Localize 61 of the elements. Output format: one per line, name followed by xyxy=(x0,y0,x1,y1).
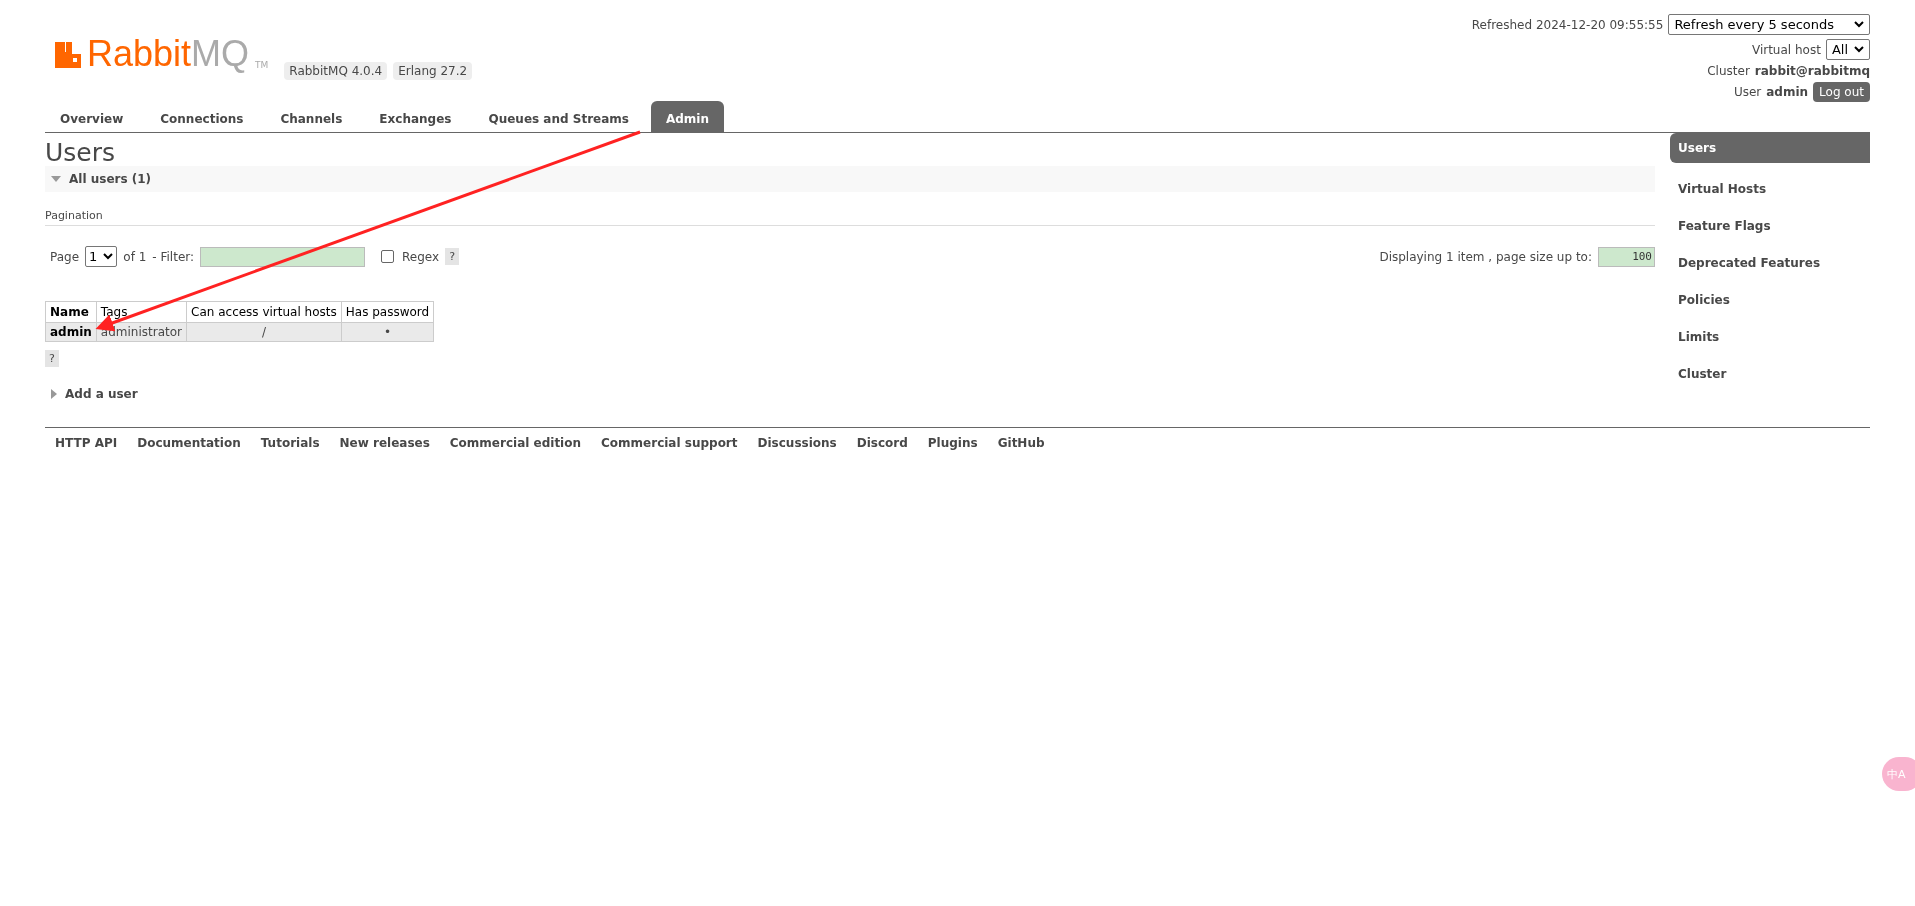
displaying-text: Displaying 1 item , page size up to: xyxy=(1379,249,1592,264)
footer-link[interactable]: Tutorials xyxy=(250,436,330,450)
section-title: Add a user xyxy=(65,387,138,401)
cluster-name: rabbit@rabbitmq xyxy=(1754,64,1870,78)
cluster-label: Cluster xyxy=(1707,64,1750,78)
nav-tab[interactable]: Exchanges xyxy=(364,106,467,132)
refreshed-text: Refreshed 2024-12-20 09:55:55 xyxy=(1471,17,1664,32)
sidebar-item[interactable]: Policies xyxy=(1670,281,1870,318)
page-count-text: of 1 xyxy=(123,249,147,264)
filter-label: - Filter: xyxy=(152,249,195,264)
footer-link[interactable]: New releases xyxy=(329,436,440,450)
nav-tab[interactable]: Overview xyxy=(45,106,139,132)
sidebar-item[interactable]: Limits xyxy=(1670,318,1870,355)
chevron-icon xyxy=(1854,46,1864,53)
version-badge: Erlang 27.2 xyxy=(393,62,473,80)
trademark-text: TM xyxy=(255,60,269,70)
rabbit-logo-icon xyxy=(55,42,81,68)
section-header[interactable]: Add a user xyxy=(45,381,1655,407)
section-header[interactable]: All users (1) xyxy=(45,166,1655,192)
regex-label: Regex xyxy=(402,249,440,264)
column-header: Can access virtual hosts xyxy=(186,301,342,323)
version-badge: RabbitMQ 4.0.4 xyxy=(284,62,388,80)
column-header: Tags xyxy=(96,301,187,323)
help-button[interactable]: ? xyxy=(45,350,59,367)
footer-link[interactable]: Plugins xyxy=(917,436,988,450)
sidebar-item[interactable]: Cluster xyxy=(1670,355,1870,392)
page-label: Page xyxy=(50,249,80,264)
column-header: Has password xyxy=(341,301,434,323)
regex-checkbox[interactable] xyxy=(381,250,395,263)
page-size-input[interactable]: 100 xyxy=(1598,246,1655,267)
sidebar-item[interactable]: Users xyxy=(1670,133,1870,163)
pagination-heading: Pagination xyxy=(45,209,1655,226)
help-button[interactable]: ? xyxy=(445,248,459,265)
nav-tab[interactable]: Connections xyxy=(145,106,259,132)
sidebar-item[interactable]: Feature Flags xyxy=(1670,207,1870,244)
footer-link[interactable]: GitHub xyxy=(987,436,1055,450)
footer-link[interactable]: HTTP API xyxy=(45,436,128,450)
page-title: Users xyxy=(45,139,116,166)
page-select[interactable]: 1 xyxy=(85,246,118,267)
logo-text: RabbitMQ xyxy=(87,36,250,72)
virtual-host-label: Virtual host xyxy=(1751,42,1821,57)
nav-tab[interactable]: Queues and Streams xyxy=(473,106,644,132)
user-name: admin xyxy=(1766,85,1809,99)
chevron-icon xyxy=(103,253,114,260)
nav-tab[interactable]: Channels xyxy=(265,106,358,132)
section-title: All users (1) xyxy=(69,172,152,186)
user-label: User xyxy=(1733,85,1762,99)
virtual-host-select[interactable]: All xyxy=(1825,39,1870,60)
nav-tab[interactable]: Admin xyxy=(650,101,724,132)
sidebar-item[interactable]: Deprecated Features xyxy=(1670,244,1870,281)
filter-input[interactable] xyxy=(200,246,366,267)
footer-link[interactable]: Documentation xyxy=(127,436,251,450)
logout-button[interactable]: Log out xyxy=(1813,82,1870,102)
refresh-select[interactable]: Refresh every 5 seconds xyxy=(1668,14,1870,35)
sidebar-item[interactable]: Virtual Hosts xyxy=(1670,170,1870,207)
column-header: Name xyxy=(45,301,97,323)
footer-link[interactable]: Commercial edition xyxy=(439,436,592,450)
footer-link[interactable]: Commercial support xyxy=(591,436,748,450)
chevron-icon xyxy=(1854,21,1864,28)
footer-link[interactable]: Discussions xyxy=(747,436,847,450)
footer-link[interactable]: Discord xyxy=(846,436,918,450)
